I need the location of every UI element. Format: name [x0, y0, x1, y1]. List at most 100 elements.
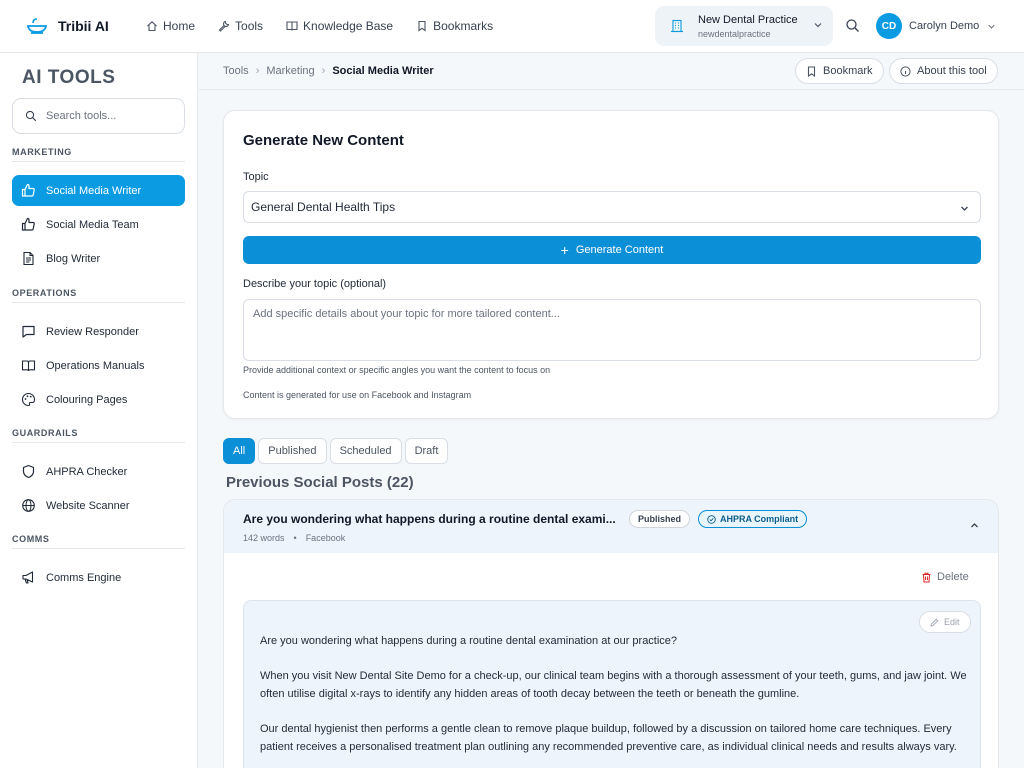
post-paragraph: Our dental hygienist then performs a gen…	[260, 723, 957, 753]
describe-hint: Provide additional context or specific a…	[243, 365, 551, 375]
trash-icon	[922, 572, 931, 582]
post-title: Are you wondering what happens during a …	[243, 512, 616, 526]
status-badge: Published	[629, 510, 691, 528]
globe-icon	[22, 499, 35, 512]
post-filters: All Published Scheduled Draft	[223, 438, 451, 464]
sidebar-item-social-media-writer[interactable]: Social Media Writer	[12, 175, 185, 206]
sidebar-item-label: Social Media Team	[46, 218, 139, 231]
generate-title: Generate New Content	[243, 132, 404, 149]
practice-name: New Dental Practice	[698, 13, 798, 26]
breadcrumb-current: Social Media Writer	[332, 65, 434, 77]
sidebar-item-website-scanner[interactable]: Website Scanner	[12, 490, 185, 521]
nav-knowledge-base-label: Knowledge Base	[303, 19, 394, 33]
post-paragraph: When you visit New Dental Site Demo for …	[260, 670, 967, 700]
chevron-down-icon	[988, 24, 995, 29]
nav-knowledge-base[interactable]: Knowledge Base	[286, 19, 393, 33]
palette-icon	[21, 392, 36, 407]
generate-content-button[interactable]: + Generate Content	[243, 236, 981, 264]
pencil-icon	[930, 618, 939, 627]
about-tool-button-label: About this tool	[917, 65, 987, 77]
topic-select[interactable]: General Dental Health Tips	[243, 191, 981, 223]
breadcrumb-tools[interactable]: Tools	[223, 65, 249, 77]
nav-tools-label: Tools	[235, 19, 264, 33]
nav-bookmarks[interactable]: Bookmarks	[416, 19, 493, 33]
book-open-icon	[21, 360, 36, 372]
compliance-badge: AHPRA Compliant	[698, 510, 808, 528]
main-nav: Home Tools Knowledge Base Bookmarks	[146, 19, 516, 33]
tool-search	[12, 98, 185, 134]
thumbs-up-icon	[21, 217, 35, 231]
post-platform: Facebook	[305, 533, 346, 543]
sidebar-item-label: Review Responder	[46, 325, 139, 338]
post-header[interactable]: Are you wondering what happens during a …	[224, 500, 998, 553]
filter-draft[interactable]: Draft	[404, 438, 449, 464]
delete-button[interactable]: Delete	[921, 571, 969, 583]
nav-home[interactable]: Home	[146, 19, 195, 33]
about-tool-button[interactable]: About this tool	[889, 58, 998, 84]
section-operations: OPERATIONS	[12, 288, 185, 303]
home-icon	[147, 21, 157, 32]
post-card: Are you wondering what happens during a …	[223, 499, 999, 768]
sidebar-item-blog-writer[interactable]: Blog Writer	[12, 243, 185, 274]
nav-tools[interactable]: Tools	[218, 19, 263, 33]
sidebar-item-label: Blog Writer	[46, 252, 101, 265]
search-icon[interactable]	[845, 18, 860, 33]
plus-icon: +	[560, 242, 569, 258]
user-menu[interactable]: CD Carolyn Demo	[876, 13, 996, 39]
filter-published[interactable]: Published	[258, 438, 327, 464]
meta-separator: •	[293, 533, 297, 543]
sidebar-item-label: Website Scanner	[46, 499, 130, 512]
sidebar-item-ahpra-checker[interactable]: AHPRA Checker	[12, 456, 185, 487]
chat-icon	[22, 325, 35, 338]
info-icon	[900, 65, 911, 77]
document-icon	[23, 251, 34, 266]
megaphone-icon	[22, 571, 34, 584]
filter-all[interactable]: All	[223, 438, 256, 464]
thumbs-up-icon	[21, 183, 35, 197]
sidebar-item-label: Colouring Pages	[46, 393, 128, 406]
sidebar-item-operations-manuals[interactable]: Operations Manuals	[12, 350, 185, 381]
filter-scheduled[interactable]: Scheduled	[329, 438, 402, 464]
brand-name: Tribii AI	[58, 18, 109, 34]
sidebar-item-label: Operations Manuals	[46, 359, 145, 372]
sidebar-item-label: Comms Engine	[46, 571, 122, 584]
sidebar-item-review-responder[interactable]: Review Responder	[12, 316, 185, 347]
section-marketing: MARKETING	[12, 147, 185, 162]
edit-button[interactable]: Edit	[919, 611, 971, 633]
brand[interactable]: Tribii AI	[26, 18, 146, 34]
section-comms: COMMS	[12, 534, 185, 549]
chevron-up-icon[interactable]	[969, 520, 980, 531]
breadcrumb-bar: Tools › Marketing › Social Media Writer …	[199, 53, 1024, 90]
describe-label: Describe your topic (optional)	[243, 278, 387, 290]
nav-bookmarks-label: Bookmarks	[433, 19, 494, 33]
topic-value: General Dental Health Tips	[251, 200, 396, 214]
search-icon	[25, 110, 37, 122]
practice-switcher[interactable]: New Dental Practice newdentalpractice	[655, 6, 833, 46]
post-meta: 142 words • Facebook	[243, 533, 345, 543]
nav-home-label: Home	[163, 19, 196, 33]
generate-card: Generate New Content Topic General Denta…	[223, 110, 999, 419]
breadcrumb: Tools › Marketing › Social Media Writer	[223, 65, 434, 77]
building-icon	[671, 19, 683, 33]
word-count: 142 words	[243, 533, 285, 543]
platform-note: Content is generated for use on Facebook…	[243, 390, 472, 400]
chevron-down-icon	[814, 23, 822, 28]
bookmark-icon	[807, 65, 816, 77]
topic-label: Topic	[243, 171, 269, 183]
delete-label: Delete	[937, 571, 969, 583]
compliance-label: AHPRA Compliant	[720, 514, 799, 524]
top-navigation: Tribii AI Home Tools Knowledge Base Book…	[0, 0, 1024, 53]
search-input[interactable]	[46, 110, 166, 122]
sidebar-item-colouring-pages[interactable]: Colouring Pages	[12, 384, 185, 415]
avatar: CD	[876, 13, 902, 39]
user-name: Carolyn Demo	[909, 20, 980, 32]
bookmark-button[interactable]: Bookmark	[795, 58, 884, 84]
describe-topic-input[interactable]	[243, 299, 981, 361]
sidebar-item-comms-engine[interactable]: Comms Engine	[12, 562, 185, 593]
sidebar-item-social-media-team[interactable]: Social Media Team	[12, 209, 185, 240]
post-paragraph: Are you wondering what happens during a …	[260, 635, 678, 647]
chevron-down-icon	[961, 206, 968, 211]
sidebar-item-label: AHPRA Checker	[46, 465, 128, 478]
tub-logo-icon	[26, 18, 48, 34]
breadcrumb-marketing[interactable]: Marketing	[266, 65, 314, 77]
